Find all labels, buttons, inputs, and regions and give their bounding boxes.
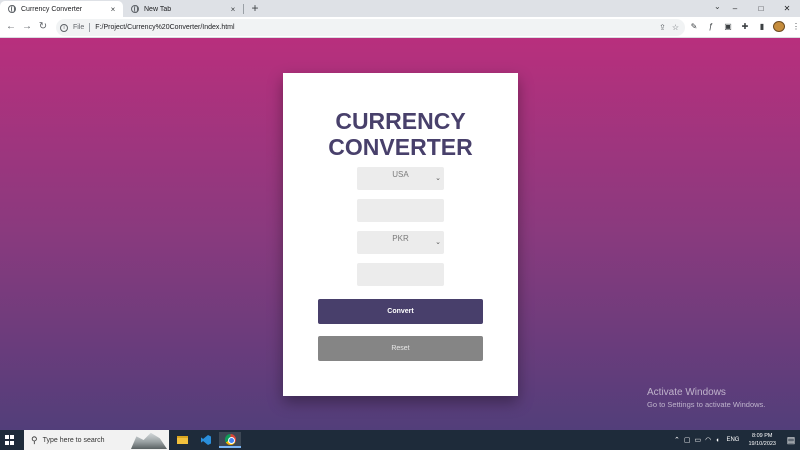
close-icon[interactable]: × <box>227 5 239 14</box>
clock-time: 8:09 PM <box>751 433 773 439</box>
vscode-icon <box>201 435 211 445</box>
scheme-label: File <box>73 24 85 31</box>
notification-icon[interactable]: ▤ <box>785 434 797 446</box>
browser-toolbar: ← → ↻ i File F:/Project/Currency%20Conve… <box>0 17 800 38</box>
vscode-app[interactable] <box>195 432 217 448</box>
star-icon[interactable]: ☆ <box>672 23 679 32</box>
pen-icon[interactable]: ✎ <box>688 22 700 31</box>
maximize-button[interactable]: □ <box>748 4 774 13</box>
tab-currency-converter[interactable]: Currency Converter × <box>0 1 123 17</box>
watermark-subtitle: Go to Settings to activate Windows. <box>647 400 766 409</box>
search-highlight-image <box>131 432 167 449</box>
divider <box>89 23 91 32</box>
close-icon[interactable]: × <box>107 5 119 14</box>
chrome-app[interactable] <box>219 432 241 448</box>
extension-icon[interactable]: ✚ <box>739 22 751 31</box>
globe-icon <box>131 5 139 13</box>
converter-card: CURRENCY CONVERTER USA ⌄ PKR ⌄ Convert R… <box>283 73 518 396</box>
taskbar-clock[interactable]: 8:09 PM 19/10/2023 <box>748 432 776 448</box>
to-currency-select[interactable]: PKR ⌄ <box>357 231 444 254</box>
image-icon[interactable]: ▣ <box>722 22 734 31</box>
tab-search-button[interactable]: ⌄ <box>714 2 721 11</box>
activation-watermark: Activate Windows Go to Settings to activ… <box>647 387 765 409</box>
to-amount-input[interactable] <box>357 263 444 286</box>
chevron-up-icon[interactable]: ⌃ <box>674 436 680 444</box>
forward-icon[interactable]: → <box>20 20 34 34</box>
search-icon: ⚲ <box>31 434 38 445</box>
to-currency-value: PKR <box>392 234 409 243</box>
title-line-2: CONVERTER <box>328 134 473 160</box>
watermark-title: Activate Windows <box>647 387 726 398</box>
windows-start-icon[interactable] <box>5 435 15 445</box>
url-text[interactable]: F:/Project/Currency%20Converter/Index.ht… <box>95 24 659 31</box>
tab-divider <box>243 4 244 14</box>
search-placeholder: Type here to search <box>42 436 105 444</box>
file-explorer-app[interactable] <box>171 432 193 448</box>
back-icon[interactable]: ← <box>4 20 18 34</box>
browser-tabstrip: Currency Converter × New Tab × + ⌄ – □ ✕ <box>0 0 800 17</box>
tab-label: Currency Converter <box>21 5 83 13</box>
page-title: CURRENCY CONVERTER <box>283 108 518 160</box>
from-amount-input[interactable] <box>357 199 444 222</box>
from-currency-select[interactable]: USA ⌄ <box>357 167 444 190</box>
file-explorer-icon <box>176 436 188 444</box>
chevron-down-icon: ⌄ <box>435 239 441 246</box>
sidebar-icon[interactable]: ▮ <box>756 22 768 31</box>
share-icon[interactable]: ⇪ <box>659 23 666 32</box>
volume-icon[interactable]: ◖ <box>715 437 719 444</box>
reset-button[interactable]: Reset <box>318 336 483 361</box>
tab-new-tab[interactable]: New Tab × <box>123 1 243 17</box>
avatar[interactable] <box>773 21 785 32</box>
tab-label: New Tab <box>144 5 172 13</box>
page-background: CURRENCY CONVERTER USA ⌄ PKR ⌄ Convert R… <box>0 38 800 430</box>
taskbar-search[interactable]: ⚲ Type here to search <box>24 430 169 450</box>
globe-icon <box>8 5 16 13</box>
title-line-1: CURRENCY <box>335 108 466 134</box>
language-indicator[interactable]: ENG <box>726 437 739 443</box>
info-icon[interactable]: i <box>60 23 68 32</box>
address-bar[interactable]: i File F:/Project/Currency%20Converter/I… <box>56 19 685 36</box>
meet-icon[interactable]: ▢ <box>684 436 691 444</box>
battery-icon[interactable]: ▭ <box>694 436 701 444</box>
new-tab-button[interactable]: + <box>249 1 261 15</box>
reload-icon[interactable]: ↻ <box>36 20 50 34</box>
omnibox-actions: ⇪ ☆ <box>659 23 679 32</box>
menu-icon[interactable]: ⋮ <box>790 22 800 31</box>
minimize-button[interactable]: – <box>722 4 748 13</box>
chrome-icon <box>224 433 236 445</box>
chevron-down-icon: ⌄ <box>435 175 441 182</box>
windows-taskbar: ⚲ Type here to search ⌃ ▢ ▭ ◠ ◖ ENG 8:09… <box>0 430 800 450</box>
from-currency-value: USA <box>392 170 409 179</box>
formula-icon[interactable]: ƒ <box>705 22 717 31</box>
clock-date: 19/10/2023 <box>748 441 776 447</box>
system-tray: ⌃ ▢ ▭ ◠ ◖ ENG 8:09 PM 19/10/2023 <box>674 430 778 450</box>
close-window-button[interactable]: ✕ <box>774 4 800 13</box>
window-controls: – □ ✕ <box>722 0 800 17</box>
extension-bar: ✎ ƒ ▣ ✚ ▮ ⋮ <box>688 21 800 32</box>
wifi-icon[interactable]: ◠ <box>705 436 711 444</box>
convert-button[interactable]: Convert <box>318 299 483 324</box>
